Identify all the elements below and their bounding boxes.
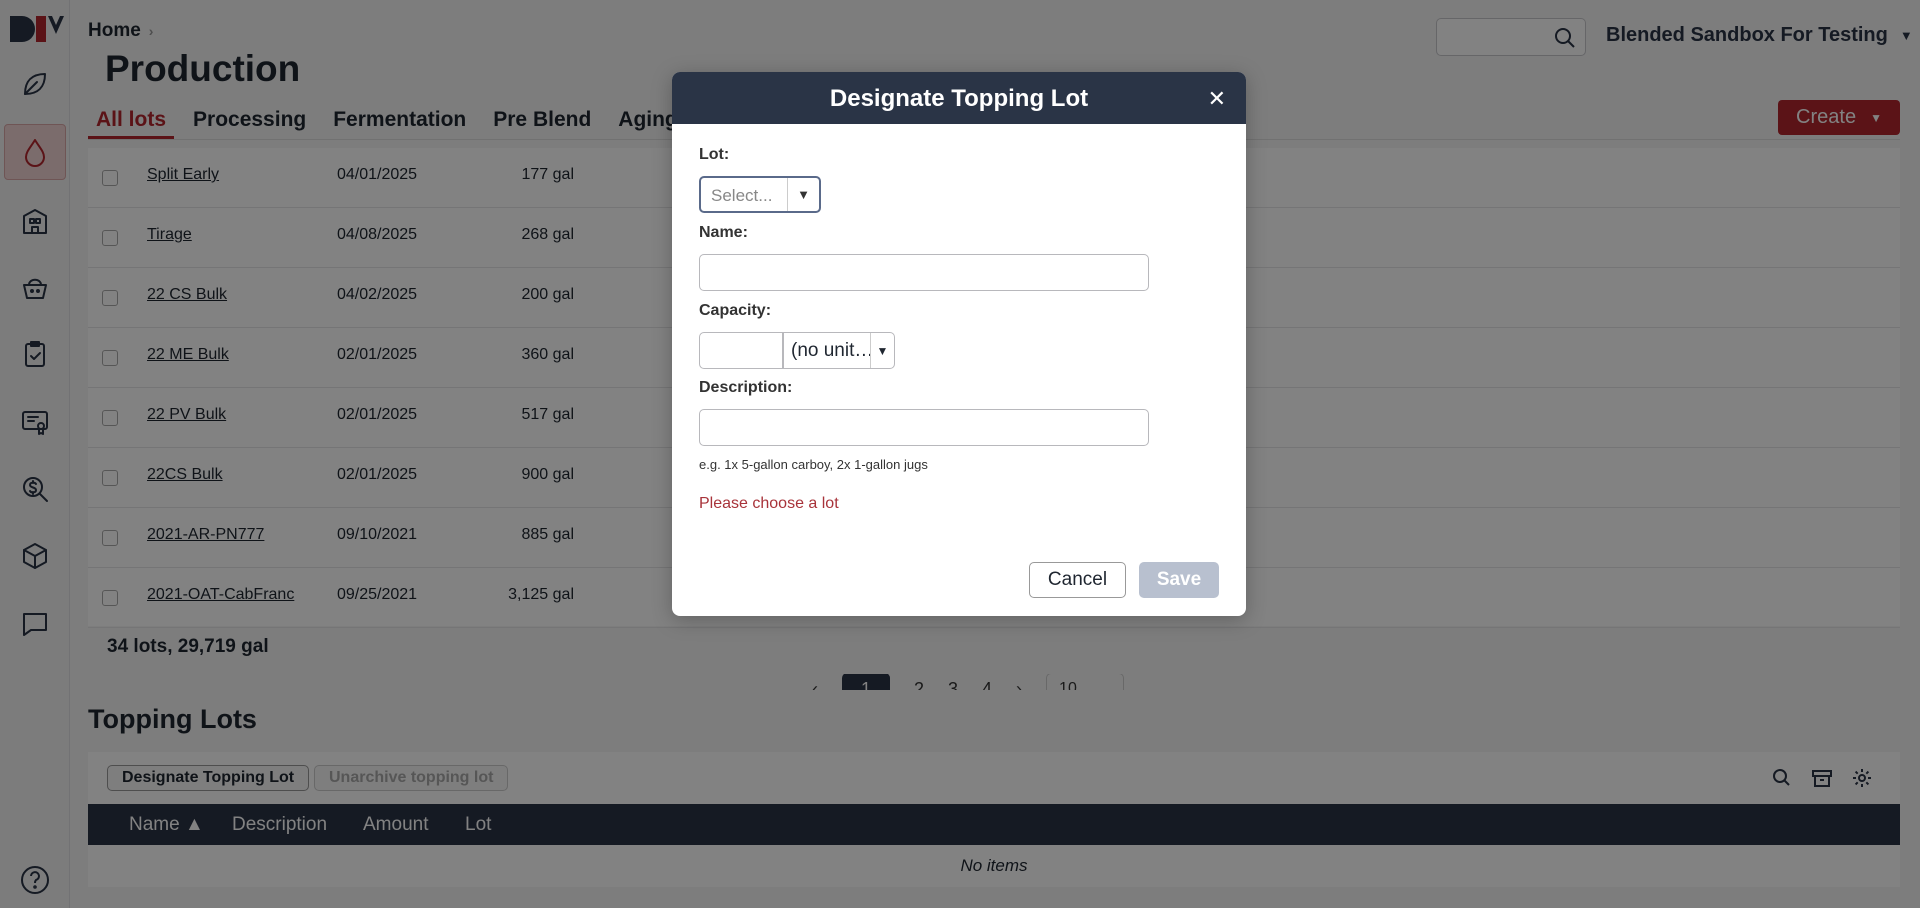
cancel-button[interactable]: Cancel bbox=[1029, 562, 1126, 598]
unit-select[interactable]: (no unit… ▼ bbox=[783, 332, 895, 369]
designate-topping-lot-dialog: Designate Topping Lot ✕ Lot: Select... ▼… bbox=[672, 72, 1246, 616]
lot-select[interactable]: Select... ▼ bbox=[699, 176, 821, 213]
description-label: Description: bbox=[699, 379, 793, 396]
lot-label: Lot: bbox=[699, 146, 730, 163]
unit-select-value: (no unit… bbox=[791, 340, 874, 361]
name-label: Name: bbox=[699, 224, 748, 241]
validation-error: Please choose a lot bbox=[699, 495, 839, 512]
dialog-title: Designate Topping Lot bbox=[829, 85, 1089, 112]
capacity-field[interactable] bbox=[699, 332, 783, 369]
name-field[interactable] bbox=[699, 254, 1149, 291]
dialog-header: Designate Topping Lot ✕ bbox=[672, 72, 1246, 124]
save-button[interactable]: Save bbox=[1139, 562, 1219, 598]
capacity-label: Capacity: bbox=[699, 302, 772, 319]
close-icon[interactable]: ✕ bbox=[1208, 86, 1226, 112]
lot-select-placeholder: Select... bbox=[711, 186, 773, 205]
chevron-down-icon: ▼ bbox=[787, 178, 819, 211]
description-hint: e.g. 1x 5-gallon carboy, 2x 1-gallon jug… bbox=[699, 457, 928, 472]
description-field[interactable] bbox=[699, 409, 1149, 446]
chevron-down-icon: ▼ bbox=[870, 333, 894, 368]
